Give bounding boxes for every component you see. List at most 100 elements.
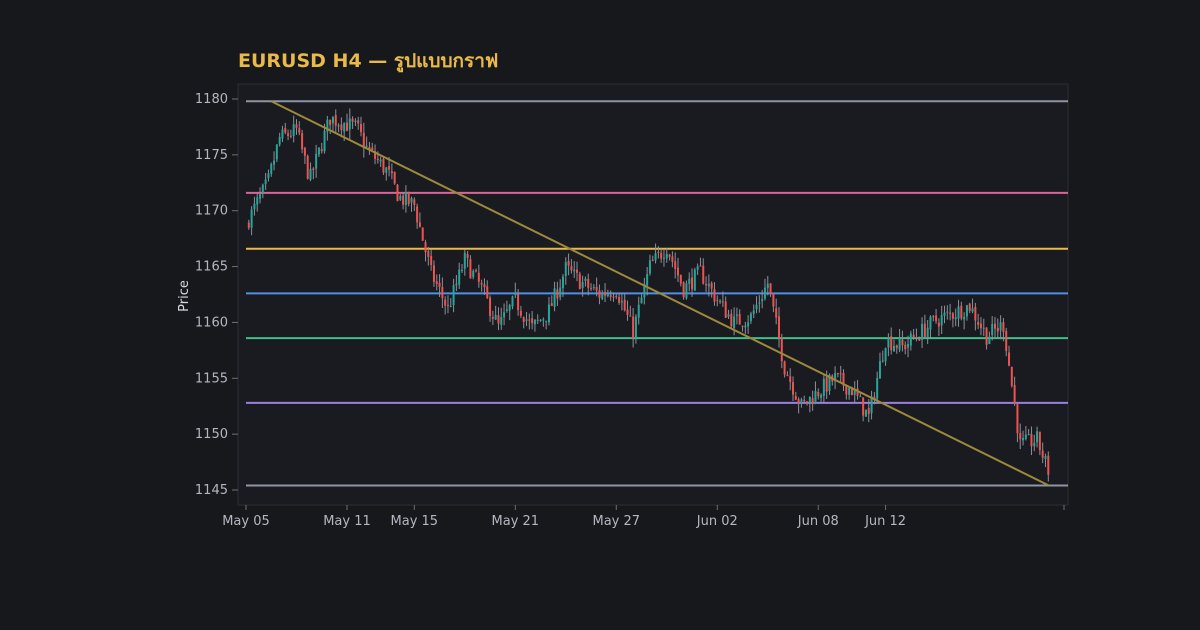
candle-body: [477, 272, 480, 282]
candle-body: [606, 293, 609, 297]
x-tick-label: May 27: [593, 514, 641, 529]
candle-body: [985, 327, 988, 345]
candle-body: [357, 120, 360, 124]
candle-body: [404, 191, 407, 205]
y-tick-label: 1160: [195, 315, 228, 330]
candle-body: [264, 179, 267, 185]
candle-body: [576, 269, 579, 273]
candle-body: [592, 287, 595, 289]
candle-body: [665, 253, 668, 259]
candle-body: [545, 320, 548, 322]
candle-body: [486, 286, 489, 298]
candle-body: [780, 337, 783, 362]
candle-body: [514, 292, 517, 296]
candle-body: [876, 378, 879, 399]
candle-body: [528, 319, 531, 321]
candle-body: [707, 283, 710, 287]
candle-body: [957, 306, 960, 319]
candle-body: [1013, 385, 1016, 404]
candle-body: [421, 227, 424, 241]
candle-body: [303, 147, 306, 156]
x-tick-label: Jun 08: [797, 514, 839, 529]
candle-body: [536, 319, 539, 321]
candle-body: [615, 296, 618, 298]
candle-body: [979, 323, 982, 329]
candle-body: [769, 283, 772, 294]
candle-body: [424, 242, 427, 253]
candle-body: [542, 319, 545, 321]
candle-body: [968, 303, 971, 311]
candle-body: [371, 147, 374, 151]
candle-body: [688, 278, 691, 284]
candle-body: [864, 409, 867, 417]
candle-body: [710, 283, 713, 289]
candle-body: [974, 307, 977, 321]
candle-body: [270, 163, 273, 174]
candle-body: [376, 158, 379, 160]
candle-body: [1019, 433, 1022, 440]
candle-body: [475, 270, 478, 272]
candle-body: [444, 299, 447, 306]
x-tick-label: Jun 02: [696, 514, 738, 529]
candle-body: [940, 315, 943, 326]
candle-body: [427, 251, 430, 257]
candle-body: [878, 361, 881, 379]
candle-body: [772, 293, 775, 307]
candle-body: [1022, 438, 1025, 441]
candle-body: [410, 198, 413, 203]
candle-body: [418, 222, 421, 227]
candle-body: [508, 305, 511, 311]
candle-body: [259, 194, 262, 199]
candle-body: [915, 337, 918, 339]
candle-body: [1033, 442, 1036, 447]
candle-body: [570, 266, 573, 271]
candle-body: [646, 274, 649, 286]
candle-body: [808, 396, 811, 403]
candle-body: [298, 128, 301, 133]
candle-body: [441, 287, 444, 299]
candle-body: [951, 313, 954, 319]
candle-body: [348, 118, 351, 130]
candle-body: [497, 315, 500, 324]
candle-body: [458, 269, 461, 285]
candle-body: [651, 260, 654, 262]
candle-body: [814, 390, 817, 404]
candle-body: [777, 316, 780, 339]
candle-body: [525, 319, 528, 321]
candle-body: [500, 316, 503, 325]
candle-body: [598, 290, 601, 298]
candle-body: [461, 269, 464, 271]
candle-body: [480, 283, 483, 285]
y-tick-label: 1180: [195, 92, 228, 107]
candle-body: [360, 124, 363, 133]
candle-body: [923, 323, 926, 337]
candle-body: [954, 317, 957, 320]
candle-body: [1008, 352, 1011, 366]
candle-body: [553, 288, 556, 307]
candle-body: [261, 184, 264, 194]
candle-body: [337, 125, 340, 127]
candle-body: [1002, 322, 1005, 332]
candle-body: [393, 171, 396, 184]
candle-body: [329, 119, 332, 125]
candle-body: [1010, 366, 1013, 386]
candle-body: [559, 287, 562, 298]
candle-body: [943, 312, 946, 316]
candle-body: [685, 283, 688, 299]
candle-body: [604, 291, 607, 296]
candle-body: [836, 372, 839, 374]
candle-body: [256, 197, 259, 205]
candle-body: [993, 323, 996, 329]
candle-body: [965, 305, 968, 317]
candle-body: [334, 115, 337, 126]
candle-body: [960, 305, 963, 319]
candle-body: [674, 261, 677, 269]
y-tick-label: 1155: [195, 371, 228, 386]
candle-body: [867, 408, 870, 414]
candle-body: [806, 401, 809, 404]
candle-body: [320, 149, 323, 152]
candle-body: [396, 184, 399, 202]
candle-body: [590, 288, 593, 290]
candle-body: [278, 137, 281, 145]
candle-body: [1024, 434, 1027, 439]
